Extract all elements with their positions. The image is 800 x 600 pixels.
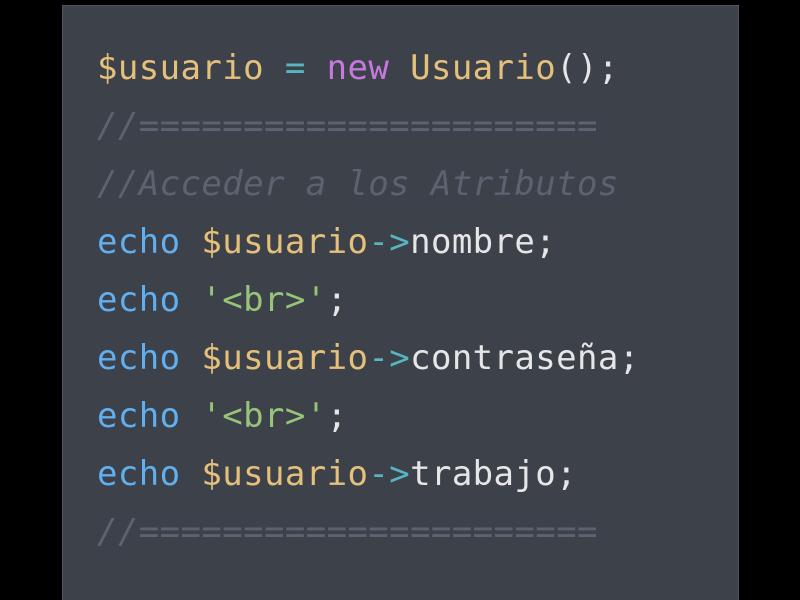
code-comment: //Acceder a los Atributos [97,164,619,204]
code-token: '<br>' [201,280,327,320]
code-line: echo $usuario->contraseña; [97,329,738,387]
code-line: echo '<br>'; [97,271,738,329]
code-comment: //====================== [97,106,598,146]
code-token: ; [326,280,348,320]
code-token: echo [97,396,181,436]
code-token: echo [97,222,181,262]
code-token: $usuario [97,48,264,88]
code-token: -> [368,222,411,262]
code-token: ; [535,222,557,262]
code-token: = [284,48,306,88]
code-token: $usuario [201,222,369,262]
code-token: (); [556,48,619,88]
code-token: $usuario [201,454,369,494]
code-comment: //====================== [97,512,598,552]
code-token: Usuario [410,48,557,88]
code-line: echo $usuario->nombre; [97,213,738,271]
code-token: -> [368,454,411,494]
code-token: echo [97,338,181,378]
code-editor-panel: $usuario = new Usuario(); //=============… [62,5,739,600]
code-line: $usuario = new Usuario(); [97,39,738,97]
code-token: -> [368,338,411,378]
code-token: trabajo [410,454,557,494]
code-token: '<br>' [201,396,327,436]
code-token: echo [97,280,181,320]
code-block[interactable]: $usuario = new Usuario(); //=============… [97,39,738,561]
code-line: echo '<br>'; [97,387,738,445]
code-line: echo $usuario->trabajo; [97,445,738,503]
code-token: new [326,48,390,88]
code-token: nombre [410,222,536,262]
code-token: echo [97,454,181,494]
code-token: ; [556,454,578,494]
code-token: ; [618,338,640,378]
code-line: //====================== [97,97,738,155]
code-token: ; [326,396,348,436]
code-line: //====================== [97,503,738,561]
code-line: //Acceder a los Atributos [97,155,738,213]
code-token: $usuario [201,338,369,378]
code-token: contraseña [410,338,619,378]
